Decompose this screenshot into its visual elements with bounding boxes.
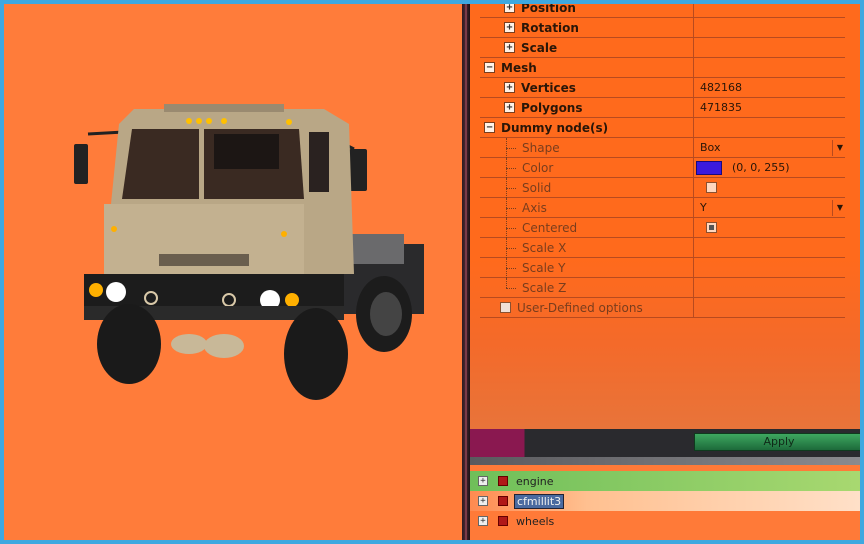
prop-polygons[interactable]: + Polygons 471835	[480, 97, 845, 118]
color-value: (0, 0, 255)	[732, 161, 790, 174]
prop-value	[694, 298, 845, 318]
prop-label: Polygons	[521, 100, 583, 115]
node-label[interactable]: engine	[514, 475, 556, 488]
prop-axis[interactable]: Axis Y ▼	[480, 197, 845, 218]
prop-user-defined[interactable]: User-Defined options	[480, 297, 845, 318]
node-tree: + engine + cfmillit3 + wheels	[470, 465, 860, 540]
prop-label: Centered	[522, 220, 578, 235]
prop-value[interactable]	[694, 258, 845, 278]
property-grid: + Position + Rotation + Scale − Mesh + Vertic…	[480, 4, 845, 318]
dropdown-arrow-icon[interactable]: ▼	[837, 203, 843, 212]
prop-label: Solid	[522, 180, 552, 195]
prop-value[interactable]	[694, 238, 845, 258]
prop-label: Rotation	[521, 20, 579, 35]
prop-shape[interactable]: Shape Box ▼	[480, 137, 845, 158]
color-swatch[interactable]	[696, 160, 722, 175]
expand-icon[interactable]: +	[504, 82, 515, 93]
solid-checkbox[interactable]	[706, 182, 717, 193]
prop-scale[interactable]: + Scale	[480, 37, 845, 58]
prop-position[interactable]: + Position	[480, 4, 845, 18]
prop-label: Position	[521, 4, 576, 15]
polygons-value: 471835	[700, 101, 742, 114]
prop-solid[interactable]: Solid	[480, 177, 845, 198]
shape-value[interactable]: Box	[700, 141, 720, 154]
expand-icon[interactable]: +	[504, 22, 515, 33]
collapse-icon[interactable]: −	[484, 62, 495, 73]
category-mesh[interactable]: − Mesh	[480, 57, 845, 78]
prop-value	[694, 4, 845, 18]
expand-icon[interactable]: +	[478, 476, 488, 486]
prop-label: Shape	[522, 140, 560, 155]
user-defined-checkbox[interactable]	[500, 302, 511, 313]
axis-value[interactable]: Y	[700, 201, 707, 214]
expand-icon[interactable]: +	[504, 42, 515, 53]
node-color-icon	[498, 476, 508, 486]
app-window: + Position + Rotation + Scale − Mesh + Vertic…	[4, 4, 860, 540]
prop-vertices[interactable]: + Vertices 482168	[480, 77, 845, 98]
expand-icon[interactable]: +	[478, 496, 488, 506]
centered-checkbox[interactable]	[706, 222, 717, 233]
property-panel: + Position + Rotation + Scale − Mesh + Vertic…	[470, 4, 860, 429]
prop-scale-z[interactable]: Scale Z	[480, 277, 845, 298]
3d-viewport[interactable]	[4, 4, 462, 540]
expand-icon[interactable]: +	[504, 4, 515, 13]
expand-icon[interactable]: +	[478, 516, 488, 526]
prop-label: User-Defined options	[517, 300, 643, 315]
tree-node-wheels[interactable]: + wheels	[470, 511, 860, 531]
prop-value	[694, 58, 845, 78]
node-label[interactable]: wheels	[514, 515, 556, 528]
prop-label: Vertices	[521, 80, 576, 95]
prop-value[interactable]	[694, 278, 845, 298]
node-color-icon	[498, 516, 508, 526]
prop-value	[694, 118, 845, 138]
prop-centered[interactable]: Centered	[480, 217, 845, 238]
dropdown-arrow-icon[interactable]: ▼	[837, 143, 843, 152]
prop-label: Scale X	[522, 240, 567, 255]
node-color-icon	[498, 496, 508, 506]
prop-scale-y[interactable]: Scale Y	[480, 257, 845, 278]
scrollbar[interactable]	[470, 457, 860, 465]
prop-rotation[interactable]: + Rotation	[480, 17, 845, 38]
tree-node-cfmillit3[interactable]: + cfmillit3	[470, 491, 860, 511]
category-label: Mesh	[501, 60, 537, 75]
prop-value	[694, 18, 845, 38]
prop-label: Scale Y	[522, 260, 566, 275]
panel-splitter[interactable]	[462, 4, 470, 540]
prop-color[interactable]: Color (0, 0, 255)	[480, 157, 845, 178]
expand-icon[interactable]: +	[504, 102, 515, 113]
prop-label: Color	[522, 160, 554, 175]
node-label[interactable]: cfmillit3	[514, 493, 565, 509]
vertices-value: 482168	[700, 81, 742, 94]
prop-scale-x[interactable]: Scale X	[480, 237, 845, 258]
apply-bar: Apply	[470, 429, 860, 465]
truck-model-render	[74, 104, 424, 400]
tree-node-engine[interactable]: + engine	[470, 471, 860, 491]
prop-label: Scale	[521, 40, 558, 55]
collapse-icon[interactable]: −	[484, 122, 495, 133]
category-label: Dummy node(s)	[501, 120, 609, 135]
category-dummy-nodes[interactable]: − Dummy node(s)	[480, 117, 845, 138]
prop-label: Scale Z	[522, 280, 567, 295]
prop-label: Axis	[522, 200, 547, 215]
apply-button[interactable]: Apply	[694, 433, 860, 451]
prop-value	[694, 38, 845, 58]
